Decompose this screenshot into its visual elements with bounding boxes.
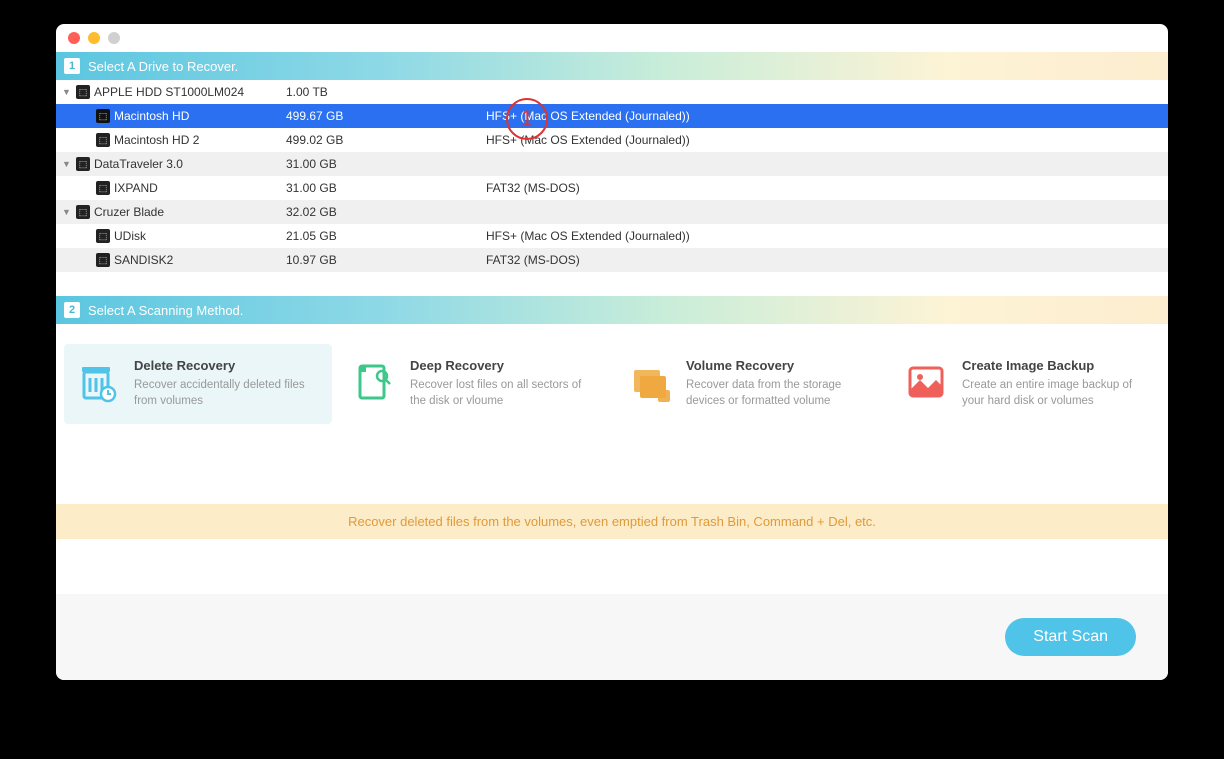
drive-size: 31.00 GB [286,157,486,171]
drive-icon: ⬚ [76,85,90,99]
drive-row[interactable]: ⬚ Macintosh HD 2 499.02 GBHFS+ (Mac OS Ext… [56,128,1168,152]
drive-row[interactable]: ⬚ IXPAND 31.00 GBFAT32 (MS-DOS) [56,176,1168,200]
drive-list: ▼ ⬚ APPLE HDD ST1000LM024 1.00 TB ⬚ Macintosh… [56,80,1168,272]
drive-icon: ⬚ [96,181,110,195]
hint-bar: Recover deleted files from the volumes, … [56,504,1168,539]
drive-row[interactable]: ⬚ Macintosh HD 499.67 GBHFS+ (Mac OS Exten… [56,104,1168,128]
drive-size: 21.05 GB [286,229,486,243]
start-scan-button[interactable]: Start Scan [1005,618,1136,656]
step-badge: 1 [64,58,80,74]
footer: Start Scan [56,594,1168,680]
drive-row[interactable]: ⬚ SANDISK2 10.97 GBFAT32 (MS-DOS) [56,248,1168,272]
disclosure-icon[interactable]: ▼ [62,207,72,217]
scan-method-volume-recovery[interactable]: Volume Recovery Recover data from the sto… [616,344,884,424]
drive-icon: ⬚ [96,229,110,243]
drive-row[interactable]: ⬚ UDisk 21.05 GBHFS+ (Mac OS Extended (Jou… [56,224,1168,248]
drive-icon: ⬚ [96,133,110,147]
drive-icon: ⬚ [76,157,90,171]
drive-size: 499.67 GB [286,109,486,123]
annotation-circle-1: 1 [506,98,548,140]
drive-name: SANDISK2 [114,253,173,267]
drive-name: UDisk [114,229,146,243]
drive-name: Cruzer Blade [94,205,164,219]
drive-size: 10.97 GB [286,253,486,267]
disclosure-icon[interactable]: ▼ [62,87,72,97]
maximize-icon [108,32,120,44]
method-icon [902,358,950,406]
app-window: 1 Select A Drive to Recover. ▼ ⬚ APPLE HDD… [56,24,1168,680]
method-title: Create Image Backup [962,358,1150,373]
method-desc: Recover lost files on all sectors of the… [410,377,598,409]
drive-name: DataTraveler 3.0 [94,157,183,171]
drive-filesystem: HFS+ (Mac OS Extended (Journaled)) [486,229,1168,243]
drive-row[interactable]: ▼ ⬚ DataTraveler 3.0 31.00 GB [56,152,1168,176]
method-desc: Recover data from the storage devices or… [686,377,874,409]
close-icon[interactable] [68,32,80,44]
drive-filesystem: FAT32 (MS-DOS) [486,181,1168,195]
scan-methods: Delete Recovery Recover accidentally dele… [56,324,1168,444]
minimize-icon[interactable] [88,32,100,44]
method-title: Deep Recovery [410,358,598,373]
drive-name: Macintosh HD 2 [114,133,199,147]
drive-size: 1.00 TB [286,85,486,99]
method-icon [74,358,122,406]
drive-size: 31.00 GB [286,181,486,195]
section2-title: Select A Scanning Method. [88,303,243,318]
drive-icon: ⬚ [96,253,110,267]
drive-name: Macintosh HD [114,109,189,123]
titlebar [56,24,1168,52]
disclosure-icon[interactable]: ▼ [62,159,72,169]
scan-method-deep-recovery[interactable]: Deep Recovery Recover lost files on all s… [340,344,608,424]
method-desc: Recover accidentally deleted files from … [134,377,322,409]
section1-header: 1 Select A Drive to Recover. [56,52,1168,80]
drive-name: IXPAND [114,181,158,195]
method-icon [626,358,674,406]
scan-method-create-image-backup[interactable]: Create Image Backup Create an entire imag… [892,344,1160,424]
drive-name: APPLE HDD ST1000LM024 [94,85,244,99]
drive-row[interactable]: ▼ ⬚ APPLE HDD ST1000LM024 1.00 TB [56,80,1168,104]
method-icon [350,358,398,406]
method-title: Delete Recovery [134,358,322,373]
drive-icon: ⬚ [96,109,110,123]
drive-icon: ⬚ [76,205,90,219]
drive-filesystem: FAT32 (MS-DOS) [486,253,1168,267]
drive-size: 499.02 GB [286,133,486,147]
method-title: Volume Recovery [686,358,874,373]
drive-row[interactable]: ▼ ⬚ Cruzer Blade 32.02 GB [56,200,1168,224]
step-badge: 2 [64,302,80,318]
drive-filesystem: HFS+ (Mac OS Extended (Journaled)) [486,109,1168,123]
method-desc: Create an entire image backup of your ha… [962,377,1150,409]
drive-filesystem: HFS+ (Mac OS Extended (Journaled)) [486,133,1168,147]
section2-header: 2 Select A Scanning Method. [56,296,1168,324]
scan-method-delete-recovery[interactable]: Delete Recovery Recover accidentally dele… [64,344,332,424]
drive-size: 32.02 GB [286,205,486,219]
section1-title: Select A Drive to Recover. [88,59,238,74]
